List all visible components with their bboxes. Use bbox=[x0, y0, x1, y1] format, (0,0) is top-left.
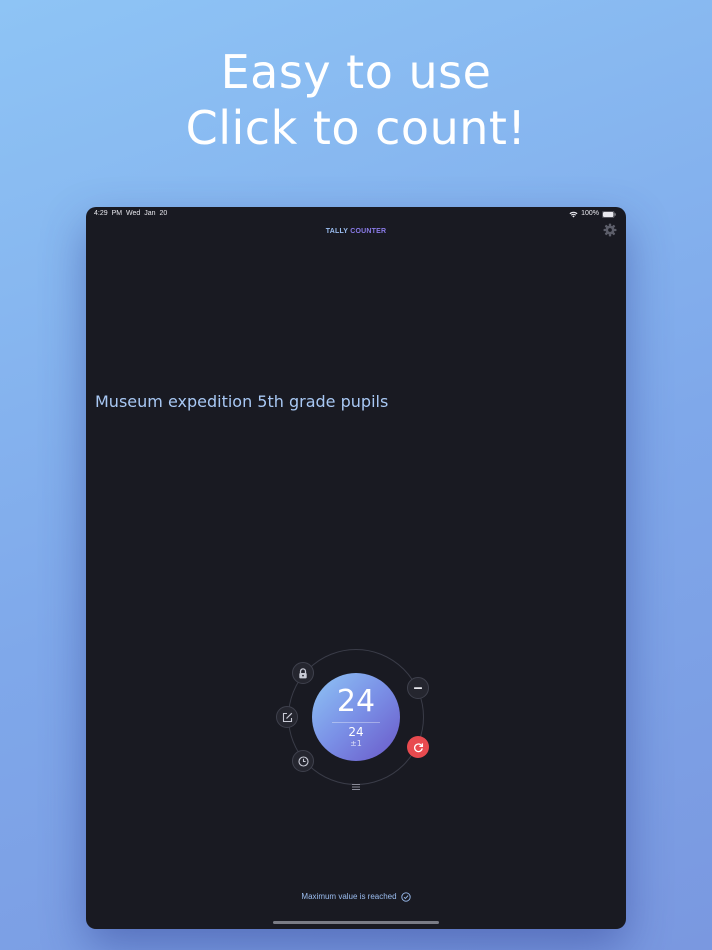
lock-button[interactable] bbox=[292, 662, 314, 684]
edit-button[interactable] bbox=[276, 706, 298, 728]
status-message: Maximum value is reached bbox=[86, 891, 626, 903]
status-message-text: Maximum value is reached bbox=[301, 892, 397, 901]
count-divider bbox=[332, 722, 380, 723]
count-step: ±1 bbox=[350, 739, 362, 748]
wifi-icon bbox=[569, 211, 578, 217]
gear-icon bbox=[603, 223, 617, 237]
headline-line-2: Click to count! bbox=[185, 101, 527, 155]
counter-title[interactable]: Museum expedition 5th grade pupils bbox=[95, 391, 388, 413]
status-time-date: 4:29 PM Wed Jan 20 bbox=[94, 209, 167, 219]
nav-title-part-2: COUNTER bbox=[350, 228, 387, 235]
nav-title-part-1: TALLY bbox=[325, 228, 351, 235]
settings-button[interactable] bbox=[603, 223, 617, 237]
history-button[interactable] bbox=[292, 750, 314, 772]
headline-line-1: Easy to use bbox=[220, 45, 492, 99]
battery-icon bbox=[602, 210, 616, 218]
status-indicators: 100% bbox=[569, 209, 616, 219]
menu-button[interactable] bbox=[350, 782, 362, 792]
home-indicator[interactable] bbox=[273, 921, 439, 924]
status-time: 4:29 PM bbox=[94, 210, 123, 217]
status-date: Wed Jan 20 bbox=[126, 210, 168, 217]
battery-percentage: 100% bbox=[581, 210, 599, 217]
count-sub-value: 24 bbox=[348, 725, 364, 739]
reset-button[interactable] bbox=[407, 736, 429, 758]
nav-title: TALLY COUNTER bbox=[86, 227, 626, 237]
device-screen: 4:29 PM Wed Jan 20 100% TALLY COUNTER Mu… bbox=[86, 207, 626, 929]
menu-icon bbox=[352, 784, 360, 790]
count-button[interactable]: 24 24 ±1 bbox=[312, 673, 400, 761]
reset-icon bbox=[413, 742, 423, 752]
edit-icon bbox=[282, 712, 292, 722]
minus-icon bbox=[414, 687, 422, 689]
count-value: 24 bbox=[336, 684, 376, 719]
clock-icon bbox=[297, 755, 309, 767]
decrement-button[interactable] bbox=[407, 677, 429, 699]
lock-icon bbox=[299, 667, 307, 678]
check-circle-icon bbox=[400, 892, 411, 902]
